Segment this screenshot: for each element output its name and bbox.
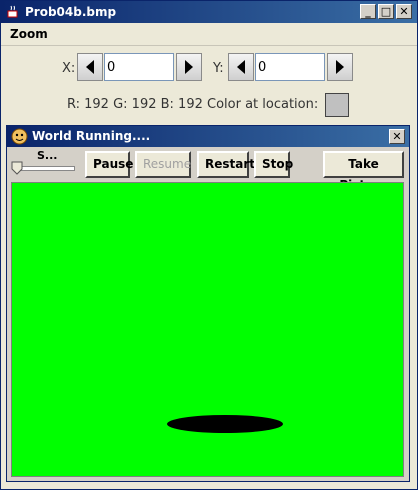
world-canvas[interactable] <box>11 182 404 477</box>
world-window: World Running.... ✕ S... Pause Resume Re… <box>6 125 410 482</box>
world-titlebar[interactable]: World Running.... ✕ <box>7 126 409 147</box>
left-arrow-icon <box>86 60 94 74</box>
y-increment-button[interactable] <box>327 53 353 81</box>
menubar: Zoom <box>1 23 417 46</box>
pause-button[interactable]: Pause <box>85 151 133 178</box>
window-title: Prob04b.bmp <box>25 5 117 19</box>
speed-slider-thumb[interactable] <box>11 161 23 175</box>
x-label: X: <box>62 61 76 76</box>
take-picture-button[interactable]: Take Picture <box>323 151 404 192</box>
y-input[interactable] <box>255 53 325 81</box>
window-titlebar[interactable]: Prob04b.bmp _ □ ✕ <box>1 1 417 23</box>
speed-label: S... <box>37 149 58 162</box>
color-readout: R: 192 G: 192 B: 192 Color at location: <box>67 97 319 112</box>
x-increment-button[interactable] <box>176 53 202 81</box>
close-button[interactable]: ✕ <box>396 4 412 19</box>
black-ellipse <box>167 415 283 433</box>
y-decrement-button[interactable] <box>228 53 254 81</box>
java-cup-icon <box>7 5 18 18</box>
right-arrow-icon <box>336 60 344 74</box>
left-arrow-icon <box>237 60 245 74</box>
world-title: World Running.... <box>32 129 151 143</box>
stop-button[interactable]: Stop <box>254 151 293 178</box>
x-input[interactable] <box>104 53 174 81</box>
restart-button[interactable]: Restart <box>197 151 255 178</box>
menu-zoom[interactable]: Zoom <box>10 27 48 41</box>
color-swatch <box>325 93 349 117</box>
main-window: Prob04b.bmp _ □ ✕ Zoom X: Y: R: 192 G: 1… <box>0 0 418 490</box>
speed-slider-track[interactable] <box>15 166 75 171</box>
bot-face-icon <box>11 128 28 145</box>
minimize-button[interactable]: _ <box>360 4 376 19</box>
world-close-button[interactable]: ✕ <box>389 129 405 144</box>
x-decrement-button[interactable] <box>77 53 103 81</box>
right-arrow-icon <box>185 60 193 74</box>
resume-button[interactable]: Resume <box>135 151 191 178</box>
y-label: Y: <box>213 61 224 76</box>
maximize-button[interactable]: □ <box>378 4 394 19</box>
